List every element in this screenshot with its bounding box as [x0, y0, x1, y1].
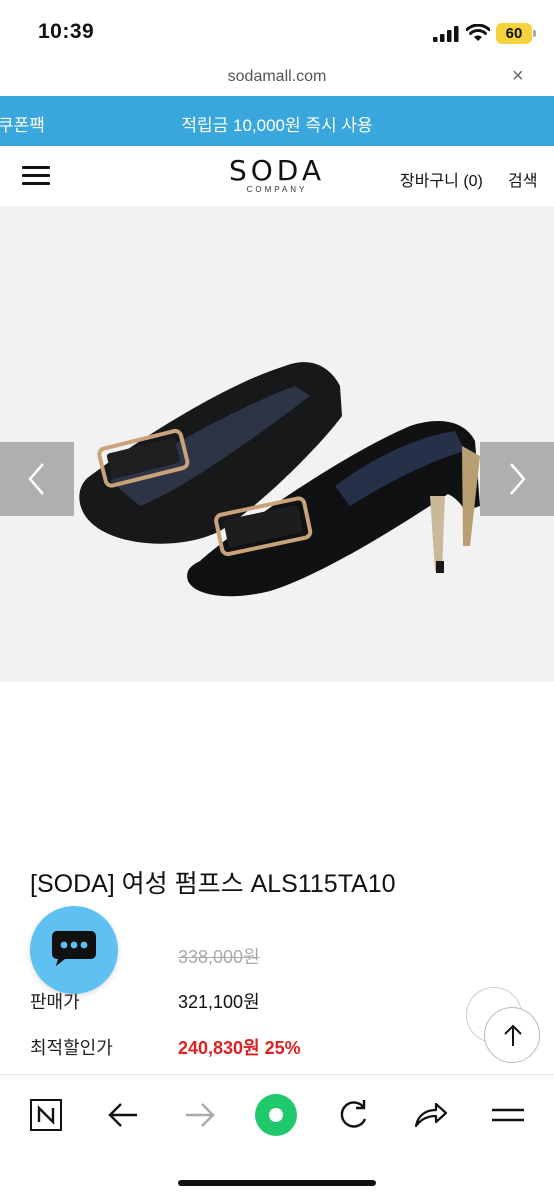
best-price-label: 최적할인가 — [30, 1038, 113, 1058]
site-header: SODA COMPANY 장바구니 (0) 검색 — [0, 146, 554, 206]
product-image — [79, 362, 480, 597]
home-indicator — [178, 1180, 376, 1186]
share-icon[interactable] — [408, 1093, 452, 1137]
chevron-left-icon — [28, 463, 44, 495]
arrow-up-icon — [504, 1024, 522, 1046]
next-image-button[interactable] — [480, 442, 554, 516]
product-gallery[interactable] — [0, 206, 554, 682]
chevron-right-icon — [510, 463, 526, 495]
naver-n-icon[interactable] — [24, 1093, 68, 1137]
green-dot-icon[interactable] — [254, 1093, 298, 1137]
promo-text[interactable]: 적립금 10,000원 즉시 사용 — [0, 111, 554, 136]
chat-bubble-icon — [52, 931, 96, 966]
best-price: 240,830원 25% — [178, 1038, 301, 1058]
close-icon[interactable]: × — [512, 65, 524, 88]
status-bar: 10:39 60 — [0, 0, 554, 60]
chat-button[interactable] — [30, 906, 118, 994]
prev-image-button[interactable] — [0, 442, 74, 516]
sale-price-label: 판매가 — [30, 992, 80, 1012]
menu-icon[interactable] — [486, 1093, 530, 1137]
product-title: [SODA] 여성 펌프스 ALS115TA10 — [30, 870, 396, 898]
search-link[interactable]: 검색 — [508, 167, 537, 191]
sale-price: 321,100원 — [178, 992, 260, 1012]
original-price: 338,000원 — [178, 947, 260, 967]
url-bar[interactable]: sodamall.com × — [0, 60, 554, 96]
status-time: 10:39 — [38, 20, 95, 43]
battery-tip — [533, 30, 536, 37]
battery-icon: 60 — [496, 23, 532, 44]
back-arrow-icon[interactable] — [101, 1093, 145, 1137]
cart-link[interactable]: 장바구니 (0) — [400, 167, 483, 191]
wifi-icon — [466, 24, 490, 41]
forward-arrow-icon[interactable] — [178, 1093, 222, 1137]
cellular-signal-icon — [433, 26, 459, 42]
refresh-icon[interactable] — [331, 1093, 375, 1137]
scroll-top-button[interactable] — [484, 1007, 540, 1063]
promo-banner[interactable]: 쿠폰팩 적립금 10,000원 즉시 사용 — [0, 96, 554, 146]
url-text[interactable]: sodamall.com — [0, 68, 554, 86]
